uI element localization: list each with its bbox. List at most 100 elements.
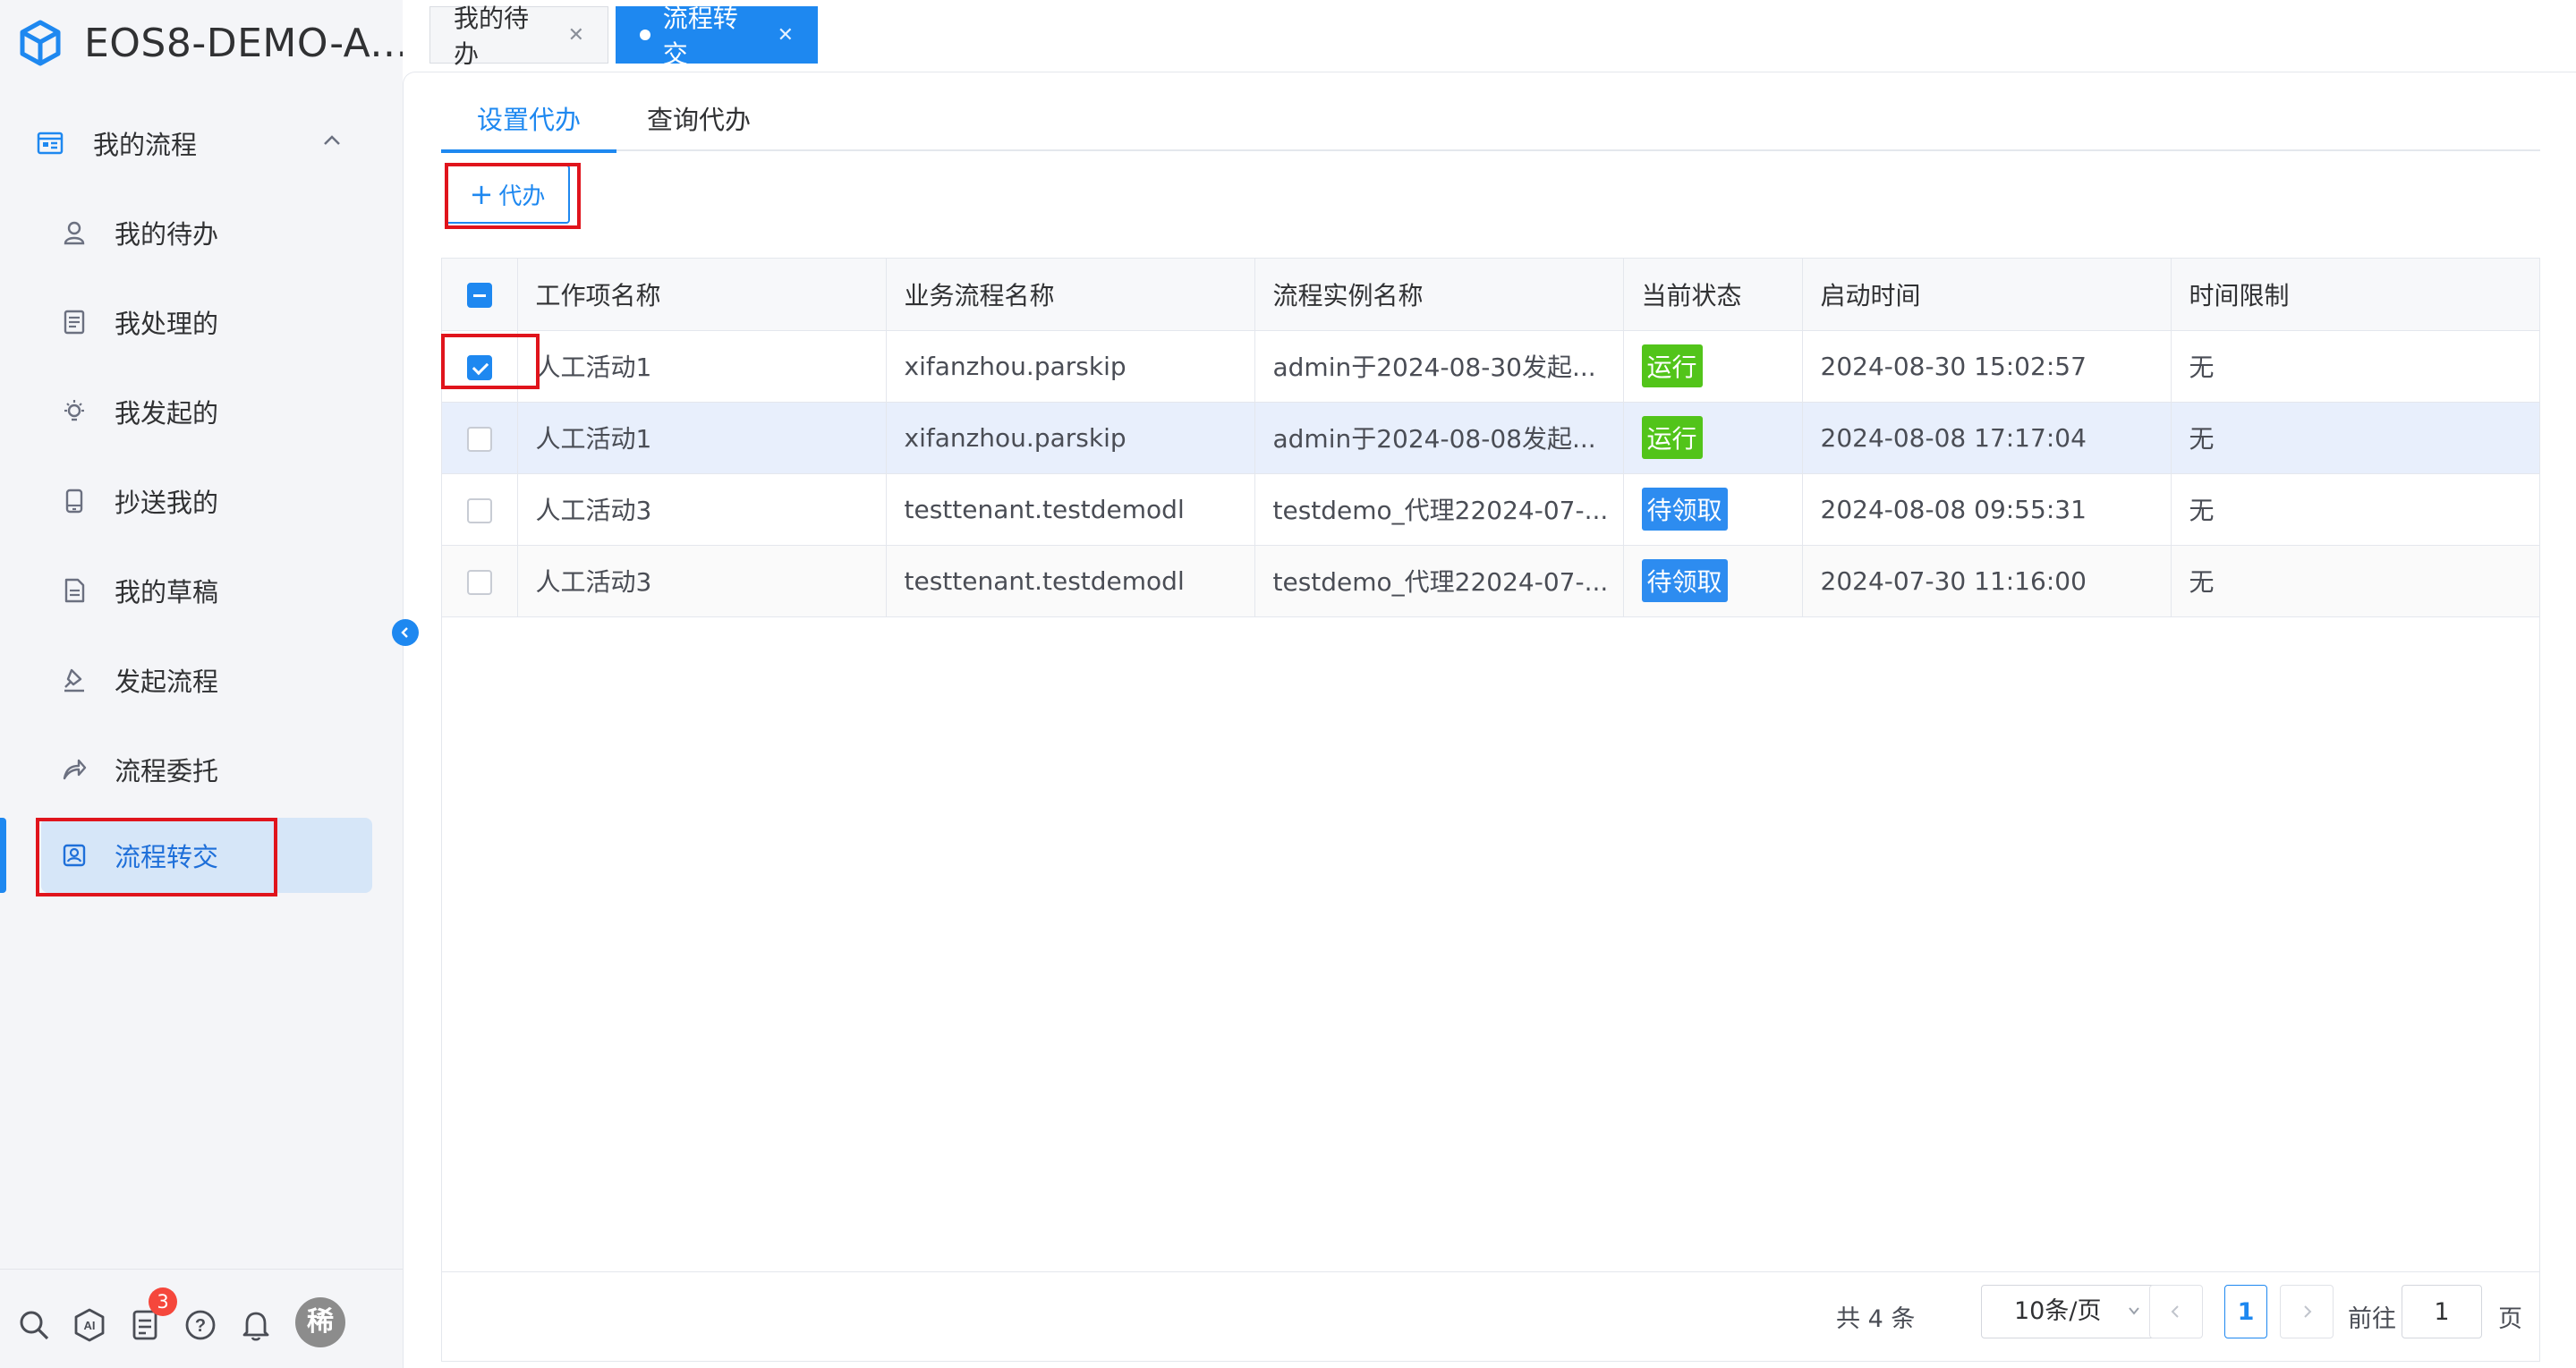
agent-table: 工作项名称 业务流程名称 流程实例名称 当前状态 启动时间 时间限制 人工活动1…	[441, 258, 2540, 1362]
column-header[interactable]: 流程实例名称	[1254, 259, 1624, 331]
cell-start-time: 2024-07-30 11:16:00	[1802, 545, 2172, 617]
row-checkbox[interactable]	[466, 569, 492, 595]
page-number-button[interactable]: 1	[2224, 1285, 2267, 1338]
row-checkbox[interactable]	[466, 354, 492, 380]
sidebar-item-delegation[interactable]: 流程委托	[41, 732, 372, 807]
close-icon[interactable]: ✕	[778, 24, 794, 47]
cell-business-process: xifanzhou.parskip	[886, 330, 1255, 403]
chevron-up-icon[interactable]	[319, 127, 345, 154]
column-header[interactable]: 业务流程名称	[886, 259, 1255, 331]
sidebar-item-label: 我发起的	[115, 398, 219, 429]
sidebar-item-label: 我的待办	[115, 219, 219, 250]
stamp-icon	[59, 665, 89, 695]
status-badge: 运行	[1641, 344, 1703, 387]
collapse-sidebar-button[interactable]	[392, 619, 419, 646]
cell-business-process: xifanzhou.parskip	[886, 402, 1255, 474]
sidebar-item-my-todo[interactable]: 我的待办	[41, 195, 372, 270]
cell-work-item: 人工活动1	[517, 330, 887, 403]
add-agent-button[interactable]: + 代办	[445, 165, 570, 224]
cell-work-item: 人工活动1	[517, 402, 887, 474]
subtab-set-agent[interactable]: 设置代办	[441, 89, 617, 153]
bell-icon[interactable]	[236, 1305, 276, 1345]
tab-my-todo[interactable]: 我的待办 ✕	[429, 4, 608, 69]
row-select-cell	[442, 330, 518, 403]
sidebar-item-initiated[interactable]: 我发起的	[41, 374, 372, 449]
sidebar-item-label: 发起流程	[115, 667, 219, 697]
row-select-cell	[442, 473, 518, 546]
svg-text:?: ?	[195, 1316, 206, 1336]
table-row[interactable]: 人工活动1 xifanzhou.parskip admin于2024-08-08…	[442, 402, 2539, 474]
row-checkbox[interactable]	[466, 497, 492, 523]
nav-group-label: 我的流程	[93, 130, 198, 160]
nav-group-my-process[interactable]: 我的流程	[36, 116, 367, 170]
cell-work-item: 人工活动3	[517, 473, 887, 546]
cell-instance-name: admin于2024-08-08发起...	[1254, 402, 1624, 474]
notification-badge: 3	[149, 1287, 177, 1316]
chevron-left-icon	[2171, 1305, 2179, 1318]
column-header[interactable]: 当前状态	[1623, 259, 1803, 331]
app-header: EOS8-DEMO-A...	[16, 16, 409, 70]
avatar[interactable]: 稀	[295, 1297, 345, 1347]
document-icon	[59, 307, 89, 337]
share-icon	[59, 754, 89, 785]
active-indicator	[0, 818, 6, 893]
column-header[interactable]: 启动时间	[1802, 259, 2172, 331]
column-header[interactable]: 工作项名称	[517, 259, 887, 331]
search-icon[interactable]	[14, 1305, 54, 1345]
chevron-down-icon	[2129, 1307, 2139, 1315]
ai-assistant-icon[interactable]: AI	[70, 1305, 109, 1345]
cell-instance-name: admin于2024-08-30发起...	[1254, 330, 1624, 403]
main-panel: 设置代办 查询代办 + 代办 工作项名称 业务流程名称 流程实例名称 当前状态 …	[403, 72, 2576, 1368]
row-select-cell	[442, 402, 518, 474]
cell-status: 运行	[1623, 330, 1803, 403]
prev-page-button[interactable]	[2149, 1285, 2203, 1338]
next-page-button[interactable]	[2280, 1285, 2334, 1338]
cell-business-process: testtenant.testdemodl	[886, 473, 1255, 546]
sidebar-item-label: 抄送我的	[115, 488, 219, 518]
column-header[interactable]: 时间限制	[2171, 259, 2539, 331]
sidebar: EOS8-DEMO-A... 我的流程 我的待办 我处理的 我发起的 抄送我的 …	[0, 0, 408, 1368]
cell-start-time: 2024-08-08 17:17:04	[1802, 402, 2172, 474]
goto-label: 前往	[2348, 1305, 2396, 1333]
goto-page-input[interactable]	[2402, 1285, 2482, 1338]
page-size-select[interactable]: 10条/页	[1981, 1285, 2158, 1338]
sidebar-item-transfer[interactable]: 流程转交	[41, 818, 372, 893]
cell-status: 待领取	[1623, 545, 1803, 617]
cell-time-limit: 无	[2171, 330, 2539, 403]
add-agent-label: 代办	[498, 183, 546, 210]
close-icon[interactable]: ✕	[568, 24, 584, 47]
draft-icon	[59, 575, 89, 606]
subtab-query-agent[interactable]: 查询代办	[611, 89, 786, 151]
table-row[interactable]: 人工活动1 xifanzhou.parskip admin于2024-08-30…	[442, 330, 2539, 403]
user-icon	[59, 217, 89, 248]
select-all-checkbox[interactable]	[466, 283, 492, 309]
tab-transfer[interactable]: 流程转交 ✕	[616, 4, 818, 69]
cell-instance-name: testdemo_代理22024-07-...	[1254, 545, 1624, 617]
total-count: 共 4 条	[1836, 1305, 1916, 1333]
cell-time-limit: 无	[2171, 402, 2539, 474]
chevron-right-icon	[2304, 1305, 2312, 1318]
pagination: 共 4 条 10条/页 1 前往 页	[442, 1271, 2539, 1361]
page-size-value: 10条/页	[2014, 1297, 2102, 1325]
status-badge: 待领取	[1641, 559, 1728, 602]
sidebar-item-label: 流程委托	[115, 756, 219, 786]
app-root: EOS8-DEMO-A... 我的流程 我的待办 我处理的 我发起的 抄送我的 …	[0, 0, 2576, 1368]
table-row[interactable]: 人工活动3 testtenant.testdemodl testdemo_代理2…	[442, 473, 2539, 546]
page-unit-label: 页	[2498, 1305, 2522, 1333]
row-select-cell	[442, 545, 518, 617]
lightbulb-icon	[59, 396, 89, 427]
sidebar-item-drafts[interactable]: 我的草稿	[41, 553, 372, 628]
tab-label: 我的待办	[454, 4, 530, 69]
sidebar-item-start-process[interactable]: 发起流程	[41, 642, 372, 718]
cell-business-process: testtenant.testdemodl	[886, 545, 1255, 617]
row-checkbox[interactable]	[466, 426, 492, 452]
tasks-icon[interactable]: 3	[125, 1287, 177, 1345]
cube-logo-icon	[20, 20, 61, 66]
sidebar-item-handled[interactable]: 我处理的	[41, 285, 372, 360]
sidebar-item-label: 我的草稿	[115, 577, 219, 608]
app-title: EOS8-DEMO-A...	[84, 20, 409, 66]
cell-start-time: 2024-08-08 09:55:31	[1802, 473, 2172, 546]
table-row[interactable]: 人工活动3 testtenant.testdemodl testdemo_代理2…	[442, 545, 2539, 617]
help-icon[interactable]: ?	[181, 1305, 220, 1345]
sidebar-item-cc[interactable]: 抄送我的	[41, 463, 372, 539]
